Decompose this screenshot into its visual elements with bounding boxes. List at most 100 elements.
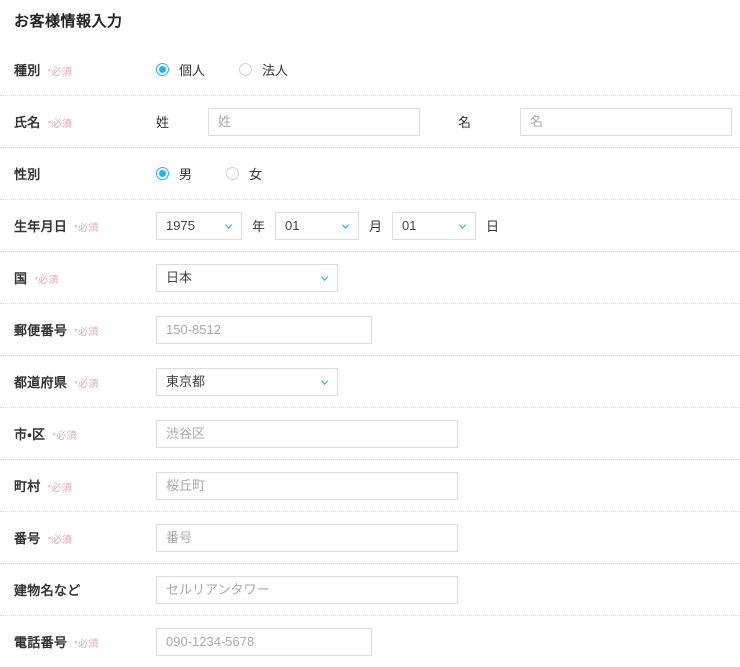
page-title: お客様情報入力	[14, 13, 123, 30]
lastname-input[interactable]	[208, 107, 420, 136]
label-building-text: 建物名など	[14, 583, 81, 598]
label-city-text: 市・区	[14, 427, 46, 442]
label-town-text: 町村	[14, 479, 41, 494]
radio-type-hojin-label: 法人	[262, 62, 289, 78]
radio-dot-icon	[226, 167, 240, 180]
customer-info-form: お客様情報入力 種別 *必須 個人 法人 氏名 *必須 姓 姓 名 名 性別 男…	[0, 0, 740, 667]
birth-day-select-wrap: 01	[392, 211, 477, 240]
building-name-input[interactable]	[156, 575, 458, 604]
form-row-banchi: 番号 *必須	[0, 511, 740, 563]
required-text: 必須	[51, 119, 73, 130]
required-badge-type: *必須	[48, 63, 72, 78]
form-row-town: 町村 *必須	[0, 459, 740, 511]
radio-dot-icon	[156, 62, 169, 76]
label-building: 建物名など	[14, 580, 156, 599]
prefecture-select[interactable]: 東京都	[156, 367, 338, 396]
field-postal	[156, 315, 740, 344]
birth-year-select-wrap: 1975	[156, 211, 242, 240]
required-badge-country: *必須	[34, 271, 58, 286]
required-badge-tel: *必須	[74, 635, 98, 650]
required-badge-banchi: *必須	[48, 531, 72, 546]
radio-dot-icon	[156, 167, 169, 180]
field-gender: 男 女	[156, 164, 740, 183]
label-tel: 電話番号 *必須	[14, 632, 156, 651]
required-badge-town: *必須	[48, 479, 72, 494]
label-prefecture: 都道府県 *必須	[14, 372, 156, 391]
label-type: 種別 *必須	[14, 60, 156, 79]
label-town: 町村 *必須	[14, 476, 156, 495]
field-prefecture: 東京都	[156, 367, 740, 396]
required-text: 必須	[78, 379, 99, 390]
label-gender: 性別	[14, 164, 156, 183]
form-row-birthday: 生年月日 *必須 1975 年 01 月 01 日	[0, 199, 740, 251]
birth-year-select[interactable]: 1975	[156, 211, 242, 240]
label-postal-text: 郵便番号	[14, 323, 68, 338]
firstname-input[interactable]	[520, 107, 732, 136]
required-badge-postal: *必須	[74, 323, 98, 338]
label-banchi: 番号 *必須	[14, 528, 156, 547]
form-row-name: 氏名 *必須 姓 名	[0, 95, 740, 147]
label-country: 国 *必須	[14, 268, 156, 287]
required-text: 必須	[78, 223, 99, 234]
radio-dot-icon	[239, 62, 253, 76]
label-birthday: 生年月日 *必須	[14, 216, 156, 235]
field-birthday: 1975 年 01 月 01 日	[156, 211, 740, 240]
required-badge-prefecture: *必須	[74, 375, 98, 390]
country-select[interactable]: 日本	[156, 263, 338, 292]
radio-type-hojin[interactable]: 法人	[239, 60, 288, 79]
prefecture-select-wrap: 東京都	[156, 367, 338, 396]
form-row-postal: 郵便番号 *必須	[0, 303, 740, 355]
field-country: 日本	[156, 263, 740, 292]
field-type: 個人 法人	[156, 60, 740, 79]
form-row-gender: 性別 男 女	[0, 147, 740, 199]
form-row-country: 国 *必須 日本	[0, 251, 740, 303]
label-prefecture-text: 都道府県	[14, 375, 68, 390]
unit-year: 年	[252, 219, 266, 234]
radio-type-kojin[interactable]: 個人	[156, 60, 205, 79]
label-tel-text: 電話番号	[14, 635, 68, 650]
field-banchi	[156, 523, 740, 552]
label-postal: 郵便番号 *必須	[14, 320, 156, 339]
postal-code-input[interactable]	[156, 315, 372, 344]
required-text: 必須	[78, 639, 99, 650]
radio-gender-male[interactable]: 男	[156, 164, 192, 183]
label-name: 氏名 *必須	[14, 112, 156, 131]
form-row-tel: 電話番号 *必須	[0, 615, 740, 667]
birth-day-select[interactable]: 01	[392, 211, 477, 240]
required-text: 必須	[56, 431, 77, 442]
unit-month: 月	[369, 219, 383, 234]
label-banchi-text: 番号	[14, 531, 41, 546]
label-city: 市・区 *必須	[14, 424, 156, 443]
field-town	[156, 471, 740, 500]
radio-type-kojin-label: 個人	[179, 62, 206, 78]
town-input[interactable]	[156, 471, 458, 500]
radio-gender-female[interactable]: 女	[226, 164, 262, 183]
required-badge-city: *必須	[52, 427, 76, 442]
required-text: 必須	[51, 483, 73, 494]
label-gender-text: 性別	[14, 167, 41, 182]
radio-gender-female-label: 女	[249, 167, 263, 182]
form-row-city: 市・区 *必須	[0, 407, 740, 459]
city-input[interactable]	[156, 419, 458, 448]
form-row-type: 種別 *必須 個人 法人	[0, 43, 740, 95]
field-city	[156, 419, 740, 448]
required-text: 必須	[78, 327, 99, 338]
field-tel	[156, 627, 740, 656]
banchi-input[interactable]	[156, 523, 458, 552]
sub-label-lastname: 姓	[156, 115, 170, 130]
label-birthday-text: 生年月日	[14, 219, 68, 234]
label-country-text: 国	[14, 271, 28, 286]
required-badge-birthday: *必須	[74, 219, 98, 234]
field-name: 姓 名	[156, 107, 740, 136]
birth-month-select[interactable]: 01	[275, 211, 360, 240]
label-name-text: 氏名	[14, 115, 41, 130]
form-row-prefecture: 都道府県 *必須 東京都	[0, 355, 740, 407]
sub-label-firstname: 名	[458, 115, 472, 130]
unit-day: 日	[486, 219, 500, 234]
radio-group-gender: 男 女	[156, 164, 262, 183]
telephone-input[interactable]	[156, 627, 372, 656]
birth-month-select-wrap: 01	[275, 211, 360, 240]
required-badge-name: *必須	[48, 115, 72, 130]
required-text: 必須	[38, 275, 59, 286]
field-building	[156, 575, 740, 604]
